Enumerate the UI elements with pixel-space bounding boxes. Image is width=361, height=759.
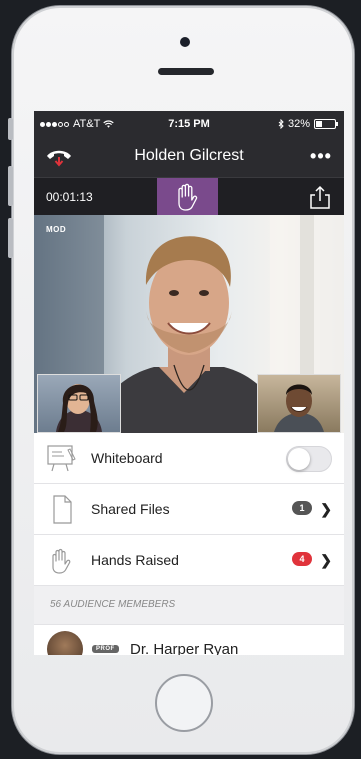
status-bar: AT&T 7:15 PM 32% (34, 111, 344, 137)
moderator-badge: MOD (46, 225, 67, 234)
toggle-knob (288, 448, 310, 470)
front-camera (180, 37, 190, 47)
app-screen: AT&T 7:15 PM 32% Holden Gilcrest ••• 00:… (34, 111, 344, 655)
call-timer: 00:01:13 (46, 190, 93, 204)
file-icon (53, 495, 72, 524)
battery-icon (314, 119, 338, 129)
shared-files-count-badge: 1 (292, 501, 312, 515)
participant-video-left (56, 384, 102, 432)
participant-name: Holden Gilcrest (134, 147, 244, 164)
chevron-right-icon: ❯ (320, 501, 332, 517)
volume-up-button (8, 166, 13, 206)
more-icon[interactable]: ••• (308, 147, 334, 167)
chevron-right-icon: ❯ (320, 552, 332, 568)
role-badge: PROF (92, 645, 119, 653)
hands-raised-label: Hands Raised (91, 552, 179, 568)
earpiece-speaker (158, 68, 214, 75)
call-toolbar: 00:01:13 (34, 178, 344, 215)
whiteboard-row[interactable]: Whiteboard (34, 433, 344, 484)
hands-raised-row[interactable]: Hands Raised 4 ❯ (34, 535, 344, 586)
battery-fill (316, 121, 322, 127)
shared-files-row[interactable]: Shared Files 1 ❯ (34, 484, 344, 535)
bluetooth-icon (278, 119, 284, 129)
battery-percent: 32% (287, 118, 310, 130)
shared-files-label: Shared Files (91, 501, 170, 517)
battery-group: 32% (278, 118, 338, 130)
avatar (47, 631, 83, 655)
raise-hand-icon (178, 183, 198, 211)
home-button[interactable] (155, 674, 213, 732)
raise-hand-button[interactable] (157, 178, 218, 215)
audience-header: 56 AUDIENCE MEMEBERS (34, 586, 344, 625)
participant-thumbnail-left[interactable] (37, 374, 121, 433)
whiteboard-icon (47, 445, 76, 472)
share-icon[interactable] (306, 183, 334, 211)
hands-raised-count-badge: 4 (292, 552, 312, 566)
call-header: Holden Gilcrest ••• (34, 137, 344, 178)
whiteboard-label: Whiteboard (91, 450, 163, 466)
member-name: Dr. Harper Ryan (130, 641, 239, 655)
main-video[interactable]: MOD (34, 215, 344, 433)
participant-video-right (274, 384, 324, 432)
mute-switch (8, 118, 13, 140)
participant-thumbnail-right[interactable] (257, 374, 341, 433)
volume-down-button (8, 218, 13, 258)
whiteboard-toggle[interactable] (286, 446, 332, 472)
list-item[interactable]: PROF Dr. Harper Ryan (34, 625, 344, 655)
hand-icon (52, 548, 71, 574)
